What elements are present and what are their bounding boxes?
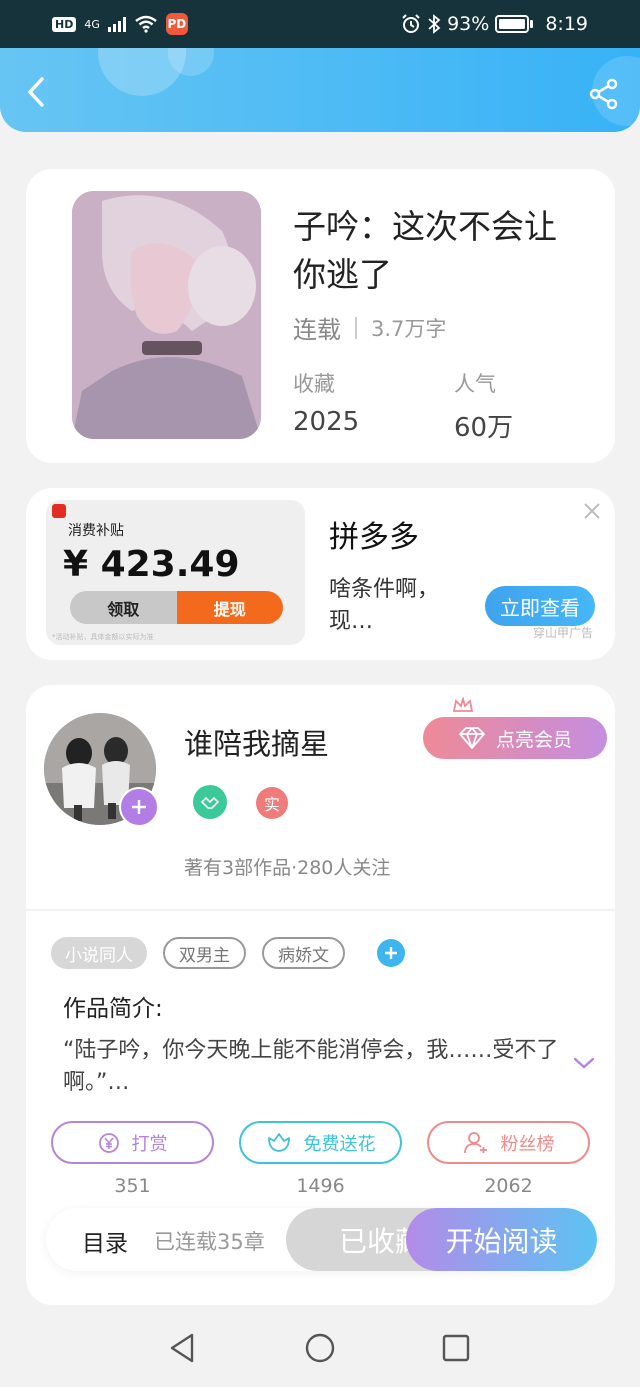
close-icon [584,503,600,519]
ad-description: 啥条件啊，现… [329,577,440,634]
signal-icon [107,16,126,32]
fan-count: 2062 [484,1175,533,1197]
status-bar: HD 4G PD 93% 8:19 [0,0,640,48]
withdraw-button[interactable]: 提现 [176,591,283,624]
word-count: 3.7万字 [371,316,447,341]
circle-home-icon [305,1333,335,1363]
pdd-logo-icon [52,504,66,518]
vip-button-label: 点亮会员 [495,728,572,751]
author-meta: 著有3部作品·280人关注 [184,857,391,879]
nav-recents-button[interactable] [438,1330,474,1366]
ad-close-button[interactable] [583,502,601,520]
ad-card[interactable]: 消费补贴 ¥ 423.49 领取 提现 *活动补贴，具体金额以实际为准 拼多多 … [26,488,615,660]
ad-source-text: 穿山甲广告 [533,626,594,640]
expand-intro-button[interactable] [572,1055,596,1071]
book-status-row: 连载 3.7万字 [293,310,446,345]
divider [26,909,615,911]
tag-list: 小说同人 双男主 病娇文 [51,937,405,969]
ad-coupon-image[interactable]: 消费补贴 ¥ 423.49 领取 提现 *活动补贴，具体金额以实际为准 [46,500,305,645]
flower-count: 1496 [296,1175,345,1197]
favorites-value: 2025 [293,407,360,437]
ad-title: 拼多多 [329,520,419,555]
popularity-value: 60万 [454,413,514,443]
chapter-count[interactable]: 已连载35章 [154,1226,265,1256]
triangle-back-icon [170,1333,194,1363]
handshake-badge-icon [193,785,227,819]
coupon-label: 消费补贴 [68,523,124,539]
share-button[interactable] [588,78,620,110]
send-flower-label: 免费送花 [303,1133,376,1155]
popularity-label: 人气 [454,372,496,396]
top-header [0,48,640,132]
square-recents-icon [442,1334,470,1362]
flower-icon [267,1132,290,1152]
network-type: 4G [84,17,100,31]
claim-button[interactable]: 领取 [70,591,177,624]
favorites-label: 收藏 [293,372,335,396]
intro-label: 作品简介: [63,996,163,1022]
divider [355,316,357,339]
start-reading-button[interactable]: 开始阅读 [406,1208,597,1271]
book-info-card: 子吟：这次不会让你逃了 连载 3.7万字 收藏 2025 人气 60万 [26,169,615,463]
verified-real-badge: 实 [256,787,288,819]
diamond-icon [459,727,485,749]
fan-ranking-button[interactable]: 粉丝榜 [427,1121,590,1164]
fan-ranking-label: 粉丝榜 [500,1133,555,1155]
bluetooth-icon [428,14,441,34]
plus-icon [132,800,146,814]
ad-cta-button[interactable]: 立即查看 [485,586,595,626]
add-tag-button[interactable] [377,939,405,967]
send-flower-button[interactable]: 免费送花 [239,1121,402,1164]
battery-percent: 93% [447,13,490,35]
tag-item[interactable]: 病娇文 [262,937,345,969]
coupon-fine-print: *活动补贴，具体金额以实际为准 [52,633,154,641]
plus-icon [385,947,397,959]
bottom-action-bar: 目录 已连载35章 已收藏 开始阅读 [46,1208,597,1271]
app-notification-icon: PD [165,13,188,35]
vip-button[interactable]: 点亮会员 [423,717,607,759]
share-icon [589,78,618,110]
clock: 8:19 [545,13,588,35]
system-nav-bar [0,1308,640,1387]
yen-coin-icon [98,1132,119,1153]
hd-badge: HD [52,16,77,32]
tag-item[interactable]: 小说同人 [51,937,147,969]
alarm-icon [402,14,420,33]
catalog-button[interactable]: 目录 [82,1224,128,1258]
coupon-amount: ¥ 423.49 [63,544,240,585]
intro-text: “陆子吟，你今天晚上能不能消停会，我……受不了啊。”… [63,1038,559,1095]
author-name[interactable]: 谁陪我摘星 [184,721,329,763]
chevron-down-icon [573,1057,595,1069]
wifi-icon [135,15,157,33]
serial-status: 连载 [293,316,341,344]
back-button[interactable] [18,74,54,110]
reward-label: 打赏 [131,1133,168,1155]
reward-button[interactable]: 打赏 [51,1121,214,1164]
book-title: 子吟：这次不会让你逃了 [293,207,557,294]
book-cover[interactable] [72,191,261,439]
coupon-buttons: 领取 提现 [70,591,283,624]
nav-home-button[interactable] [302,1330,338,1366]
follow-author-button[interactable] [119,787,159,827]
user-icon [463,1131,487,1153]
chevron-left-icon [28,77,44,107]
tag-item[interactable]: 双男主 [163,937,246,969]
nav-back-button[interactable] [164,1330,200,1366]
reward-count: 351 [114,1175,151,1197]
battery-icon [495,15,534,33]
crown-icon [452,697,474,712]
